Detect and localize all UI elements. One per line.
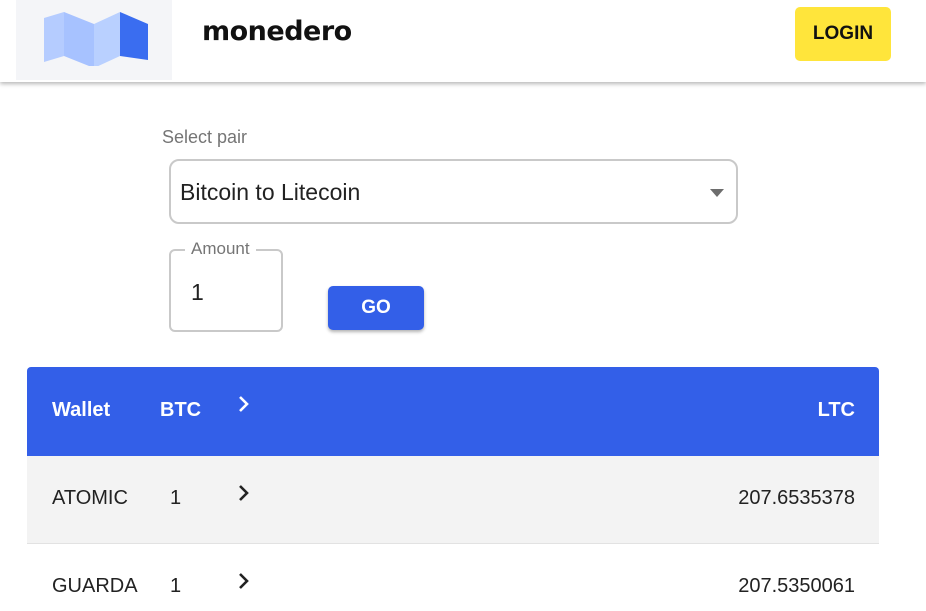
from-amount: 1 <box>170 575 182 597</box>
table-row[interactable]: GUARDA 1 207.5350061 <box>27 544 879 611</box>
go-button[interactable]: GO <box>328 286 424 330</box>
logo[interactable] <box>16 0 172 80</box>
wallet-name: ATOMIC <box>52 487 128 509</box>
pair-select[interactable]: Bitcoin to Litecoin <box>169 159 738 224</box>
amount-field[interactable]: Amount 1 <box>169 239 283 332</box>
header-from-currency: BTC <box>160 399 202 421</box>
wallet-name: GUARDA <box>52 575 138 597</box>
rates-table: Wallet BTC LTC ATOMIC 1 207.6535378 GUAR… <box>27 367 879 611</box>
login-button[interactable]: LOGIN <box>795 7 891 61</box>
chevron-right-icon <box>237 484 251 502</box>
from-amount: 1 <box>170 487 182 509</box>
header-wallet: Wallet <box>52 399 111 421</box>
converted-amount: 207.6535378 <box>738 487 855 509</box>
table-row[interactable]: ATOMIC 1 207.6535378 <box>27 456 879 544</box>
select-pair-label: Select pair <box>162 127 248 147</box>
chevron-right-icon <box>237 395 251 413</box>
chevron-right-icon <box>237 572 251 590</box>
brand-name: monedero <box>202 16 352 47</box>
table-header: Wallet BTC LTC <box>27 367 879 456</box>
amount-value: 1 <box>191 279 204 305</box>
converted-amount: 207.5350061 <box>738 575 855 597</box>
amount-label: Amount <box>185 239 256 259</box>
app-header: monedero LOGIN <box>0 0 926 82</box>
logo-icon <box>44 12 148 66</box>
pair-select-value: Bitcoin to Litecoin <box>180 179 361 205</box>
header-to-currency: LTC <box>817 399 855 421</box>
dropdown-caret-icon <box>710 189 724 197</box>
